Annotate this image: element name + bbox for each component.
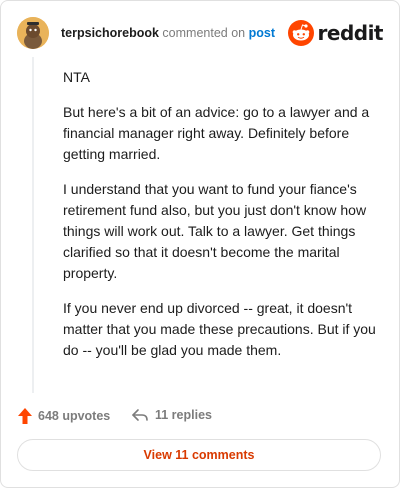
upvote-button[interactable]: 648 upvotes	[17, 407, 110, 425]
comment-paragraph: NTA	[63, 69, 90, 85]
view-comments-button[interactable]: View 11 comments	[17, 439, 381, 471]
reddit-snoo-icon	[287, 20, 314, 46]
upvote-arrow-icon	[18, 408, 32, 424]
comment-header: terpsichorebook commented on post reddit	[17, 17, 384, 51]
reply-arrow-icon	[132, 409, 148, 421]
replies-button[interactable]: 11 replies	[131, 407, 212, 423]
avatar-icon	[17, 17, 49, 49]
thread-line[interactable]	[32, 57, 34, 393]
upvote-count: 648 upvotes	[38, 409, 111, 423]
user-avatar[interactable]	[17, 17, 49, 49]
username-link[interactable]: terpsichorebook	[61, 26, 159, 40]
post-link[interactable]: post	[249, 26, 275, 40]
action-text: commented on	[162, 26, 246, 40]
reply-count: 11 replies	[155, 408, 212, 422]
reddit-logo[interactable]: reddit	[287, 19, 384, 47]
comment-card: terpsichorebook commented on post reddit…	[0, 0, 400, 488]
comment-paragraph: But here's a bit of an advice: go to a l…	[63, 104, 370, 162]
reddit-wordmark: reddit	[317, 21, 384, 45]
comment-body: NTA But here's a bit of an advice: go to…	[63, 67, 385, 375]
comment-paragraph: If you never end up divorced -- great, i…	[63, 300, 376, 358]
comment-attribution: terpsichorebook commented on post	[61, 26, 275, 40]
comment-footer: 648 upvotes 11 replies	[17, 405, 383, 427]
comment-paragraph: I understand that you want to fund your …	[63, 181, 367, 281]
